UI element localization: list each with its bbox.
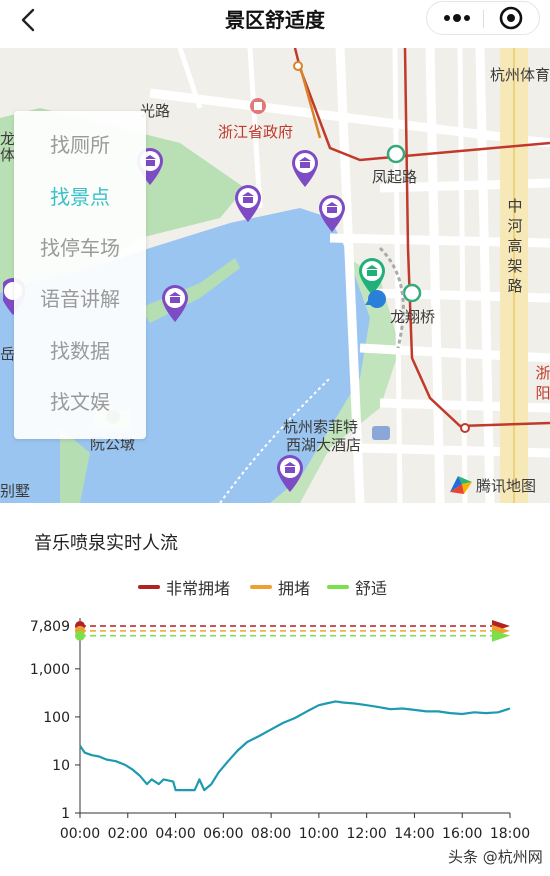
menu-item-toilet[interactable]: 找厕所: [14, 125, 146, 165]
chart-legend: 非常拥堵 拥堵 舒适: [0, 574, 550, 598]
target-close-icon: [499, 6, 523, 30]
map-provider-label: 腾讯地图: [476, 477, 537, 495]
map-label-left-fragment-2: 体: [0, 146, 16, 164]
menu-item-attractions[interactable]: 找景点: [14, 177, 146, 217]
map-label-hangzhou-sports: 杭州体育: [490, 66, 550, 84]
map-label-sofitel-line2: 西湖大酒店: [286, 436, 362, 454]
y-tick-label: 100: [43, 710, 70, 726]
map-label-fengqi-road: 凤起路: [372, 168, 418, 186]
map-label-bieshu: 别墅: [0, 482, 31, 500]
legend-label: 舒适: [355, 579, 388, 598]
map-label-right-fragment: 浙阳: [535, 364, 550, 402]
legend-swatch: [250, 585, 272, 589]
y-tick-label: 10: [52, 758, 70, 774]
legend-label: 拥堵: [278, 579, 311, 598]
y-tick-label: 1,000: [30, 662, 70, 678]
my-location-icon: [365, 290, 386, 308]
more-button[interactable]: [435, 2, 479, 34]
scenic-map[interactable]: 浙江省政府 凤起路 龙翔桥 杭州体育 阮公墩 杭州索菲特 西湖大酒店 中河高架路…: [0, 48, 550, 503]
watermark: 头条 @杭州网: [448, 848, 543, 866]
museum-poi-icon[interactable]: [233, 183, 263, 223]
x-tick-label: 16:00: [442, 826, 482, 842]
museum-poi-icon[interactable]: [160, 283, 190, 323]
mini-program-capsule: [426, 1, 540, 35]
legend-label: 非常拥堵: [166, 579, 231, 598]
x-tick-label: 04:00: [155, 826, 195, 842]
x-tick-label: 06:00: [203, 826, 243, 842]
museum-poi-icon[interactable]: [290, 148, 320, 188]
chart-title: 音乐喷泉实时人流: [34, 533, 178, 554]
menu-item-parking[interactable]: 找停车场: [14, 228, 146, 268]
close-button[interactable]: [489, 2, 533, 34]
more-dots-icon: [444, 14, 470, 22]
legend-swatch: [327, 585, 349, 589]
x-tick-label: 08:00: [251, 826, 291, 842]
series-line: [79, 700, 511, 792]
legend-swatch: [138, 585, 160, 589]
y-tick-label: 7,809: [30, 619, 70, 635]
map-label-zhonghe-viaduct: 中河高架路: [507, 197, 523, 295]
crowd-flow-chart: 1 10 100 1,000 7,809 00:00 02:00 04:00 06:00 08:0…: [30, 618, 530, 842]
capsule-divider: [483, 10, 484, 28]
map-filter-menu: 找厕所 找景点 找停车场 语音讲解 找数据 找文娱: [14, 111, 146, 439]
x-tick-label: 12:00: [346, 826, 386, 842]
x-tick-label: 10:00: [299, 826, 339, 842]
map-label-longxiang-bridge: 龙翔桥: [390, 308, 436, 326]
menu-item-audio-guide[interactable]: 语音讲解: [14, 279, 146, 319]
museum-poi-icon[interactable]: [317, 193, 347, 233]
museum-poi-icon[interactable]: [275, 453, 305, 493]
x-tick-label: 14:00: [394, 826, 434, 842]
x-tick-label: 18:00: [490, 826, 530, 842]
map-label-government: 浙江省政府: [218, 123, 294, 141]
x-tick-label: 00:00: [60, 826, 100, 842]
menu-item-entertainment[interactable]: 找文娱: [14, 382, 146, 422]
top-bar: 景区舒适度: [0, 0, 550, 40]
tencent-map-logo: [450, 476, 472, 494]
map-label-left-fragment-3: 岳: [0, 345, 16, 363]
x-tick-label: 02:00: [108, 826, 148, 842]
menu-item-data[interactable]: 找数据: [14, 331, 146, 371]
threshold-start-dot: [75, 630, 85, 641]
y-tick-label: 1: [61, 806, 70, 822]
